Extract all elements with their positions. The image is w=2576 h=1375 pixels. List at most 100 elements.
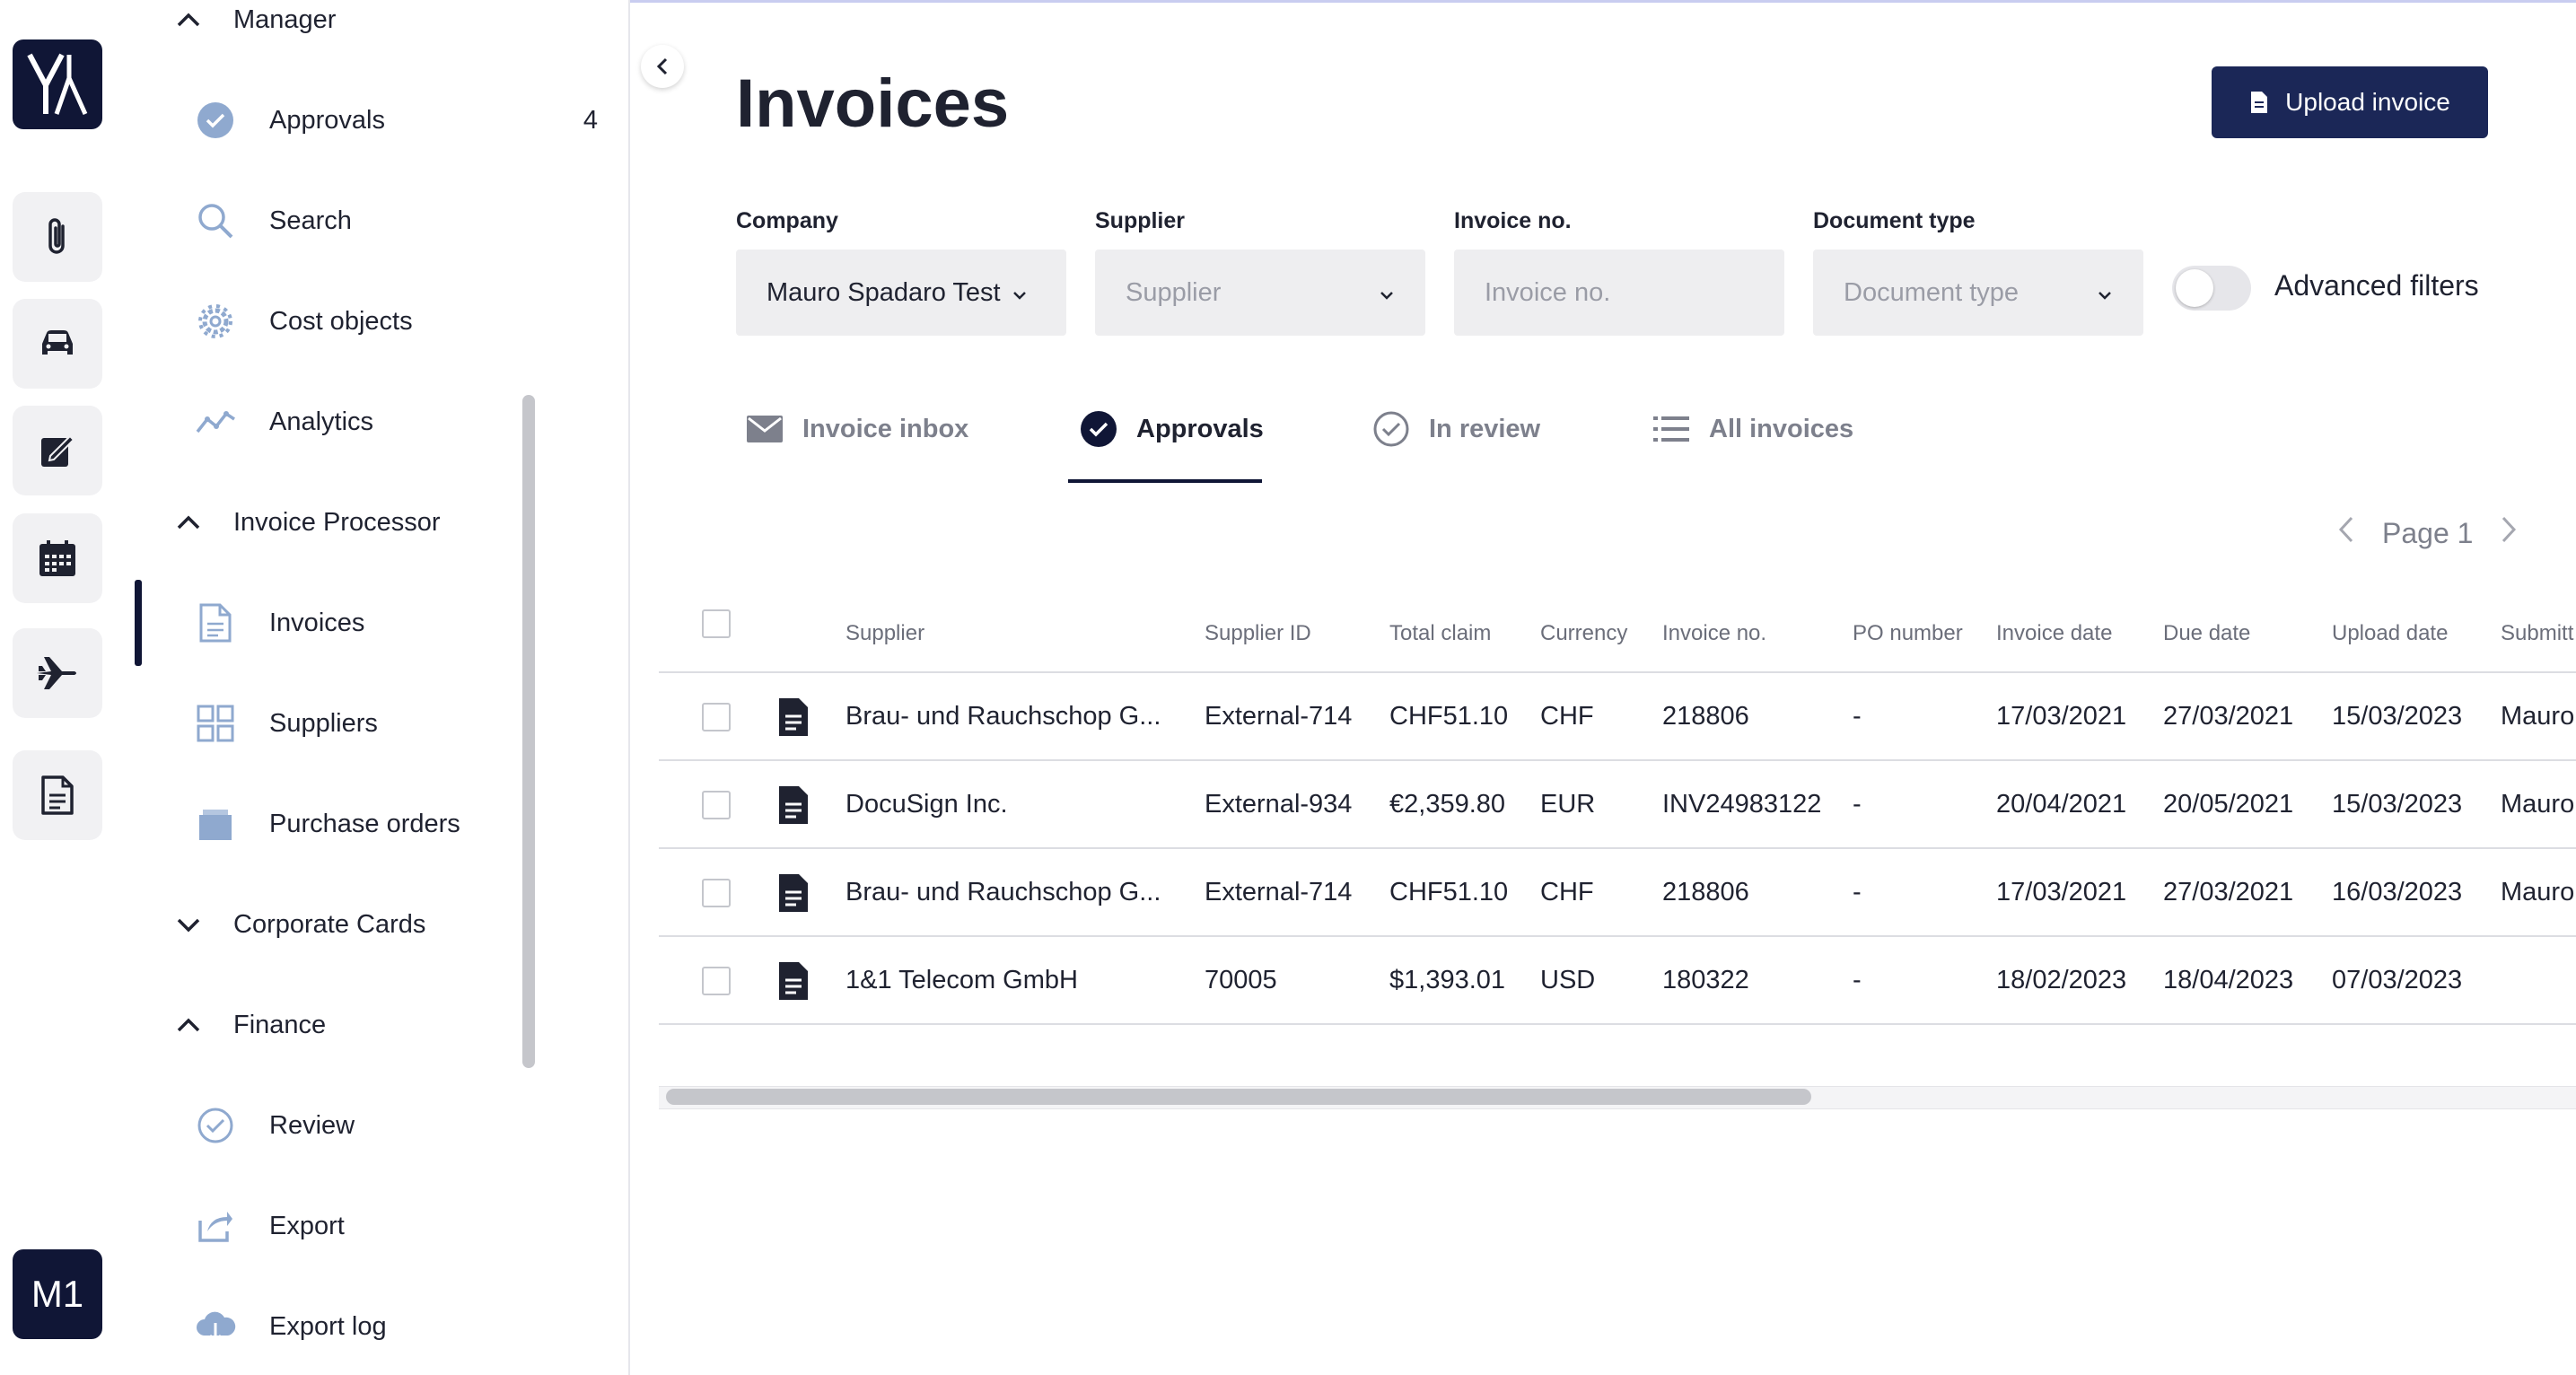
- cell-submitter: Mauro: [2501, 790, 2575, 819]
- table-horizontal-scrollbar[interactable]: [666, 1089, 1811, 1105]
- section-manager[interactable]: Manager: [171, 0, 336, 45]
- section-finance[interactable]: Finance: [171, 1000, 326, 1050]
- approvals-count-badge: 4: [583, 105, 598, 135]
- tab-in-review[interactable]: In review: [1371, 409, 1540, 449]
- sidebar-item-label: Invoices: [269, 608, 365, 637]
- column-header-submitter[interactable]: Submitt: [2501, 621, 2573, 646]
- user-avatar[interactable]: M1: [13, 1249, 102, 1339]
- rail-attachments-button[interactable]: [13, 192, 102, 282]
- sidebar-item-purchase-orders[interactable]: Purchase orders: [194, 788, 616, 860]
- sidebar-item-invoices[interactable]: Invoices: [194, 587, 616, 659]
- analytics-icon: [194, 400, 237, 443]
- mail-icon: [745, 409, 784, 449]
- cell-po-number: -: [1853, 966, 1862, 994]
- active-item-indicator: [135, 580, 142, 666]
- column-header-supplier-id[interactable]: Supplier ID: [1205, 621, 1311, 646]
- column-header-due-date[interactable]: Due date: [2163, 621, 2250, 646]
- rail-mileage-button[interactable]: [13, 299, 102, 389]
- upload-invoice-button[interactable]: Upload invoice: [2212, 66, 2488, 138]
- sidebar-item-label: Analytics: [269, 407, 374, 436]
- previous-page-button[interactable]: [2337, 515, 2355, 551]
- column-header-total-claim[interactable]: Total claim: [1389, 621, 1491, 646]
- row-checkbox[interactable]: [702, 967, 731, 995]
- column-header-po-number[interactable]: PO number: [1853, 621, 1963, 646]
- rail-calendar-button[interactable]: [13, 513, 102, 603]
- select-all-checkbox[interactable]: [702, 609, 731, 638]
- section-label: Finance: [233, 1010, 327, 1039]
- column-header-upload-date[interactable]: Upload date: [2332, 621, 2448, 646]
- export-icon: [194, 1204, 237, 1248]
- document-type-filter-label: Document type: [1813, 208, 1976, 233]
- app-logo[interactable]: [13, 39, 102, 129]
- advanced-filters-toggle[interactable]: [2172, 266, 2251, 311]
- document-icon: [41, 775, 74, 815]
- pen-square-icon: [41, 434, 75, 467]
- company-select-value: Mauro Spadaro Test: [767, 277, 1001, 307]
- section-label: Corporate Cards: [233, 909, 426, 939]
- calendar-icon: [39, 540, 75, 576]
- cell-supplier: 1&1 Telecom GmbH: [846, 966, 1078, 994]
- sidebar-item-review[interactable]: Review: [194, 1090, 616, 1161]
- section-invoice-processor[interactable]: Invoice Processor: [171, 497, 441, 547]
- row-checkbox[interactable]: [702, 703, 731, 731]
- table-row[interactable]: Brau- und Rauchschop G... External-714 C…: [659, 673, 2576, 761]
- sidebar-item-search[interactable]: Search: [194, 185, 616, 257]
- sidebar-item-approvals[interactable]: Approvals 4: [194, 84, 616, 156]
- company-select[interactable]: Mauro Spadaro Test: [736, 250, 1066, 336]
- sidebar: Manager Approvals 4 Search Cost objects …: [113, 0, 630, 1375]
- section-label: Manager: [233, 4, 337, 34]
- column-header-invoice-no[interactable]: Invoice no.: [1662, 621, 1766, 646]
- cell-po-number: -: [1853, 702, 1862, 731]
- cell-upload-date: 15/03/2023: [2332, 790, 2463, 819]
- section-corporate-cards[interactable]: Corporate Cards: [171, 899, 425, 950]
- next-page-button[interactable]: [2500, 515, 2518, 551]
- tab-all-invoices[interactable]: All invoices: [1652, 409, 1853, 449]
- sidebar-item-cost-objects[interactable]: Cost objects: [194, 285, 616, 357]
- table-row[interactable]: 1&1 Telecom GmbH 70005 $1,393.01 USD 180…: [659, 937, 2576, 1025]
- sidebar-scrollbar[interactable]: [522, 395, 535, 1068]
- tab-invoice-inbox[interactable]: Invoice inbox: [745, 409, 968, 449]
- sidebar-item-label: Purchase orders: [269, 809, 460, 838]
- cell-upload-date: 16/03/2023: [2332, 878, 2463, 906]
- cloud-download-icon: [194, 1305, 237, 1348]
- table-header: Supplier Supplier ID Total claim Currenc…: [659, 596, 2576, 673]
- sidebar-item-suppliers[interactable]: Suppliers: [194, 688, 616, 759]
- toggle-knob: [2176, 269, 2213, 307]
- rail-sign-button[interactable]: [13, 406, 102, 495]
- invoice-no-input[interactable]: Invoice no.: [1454, 250, 1784, 336]
- cell-submitter: Mauro: [2501, 702, 2575, 731]
- tab-label: Invoice inbox: [802, 414, 969, 443]
- rail-documents-button[interactable]: [13, 750, 102, 840]
- supplier-select[interactable]: Supplier: [1095, 250, 1425, 336]
- pagination: Page 1: [2337, 515, 2518, 551]
- table-row[interactable]: Brau- und Rauchschop G... External-714 C…: [659, 849, 2576, 937]
- tab-approvals[interactable]: Approvals: [1079, 409, 1264, 449]
- row-checkbox[interactable]: [702, 791, 731, 819]
- invoice-no-filter-label: Invoice no.: [1454, 208, 1572, 233]
- rail-travel-button[interactable]: [13, 628, 102, 718]
- sidebar-item-analytics[interactable]: Analytics: [194, 386, 616, 458]
- cell-invoice-no: 218806: [1662, 702, 1749, 731]
- cell-invoice-date: 17/03/2021: [1996, 702, 2127, 731]
- column-header-supplier[interactable]: Supplier: [846, 621, 924, 646]
- row-checkbox[interactable]: [702, 879, 731, 907]
- column-header-invoice-date[interactable]: Invoice date: [1996, 621, 2112, 646]
- check-circle-filled-icon: [1079, 409, 1118, 449]
- table-row[interactable]: DocuSign Inc. External-934 €2,359.80 EUR…: [659, 761, 2576, 849]
- column-header-currency[interactable]: Currency: [1540, 621, 1627, 646]
- cell-currency: EUR: [1540, 790, 1596, 819]
- app-rail: M1: [0, 0, 113, 1375]
- check-circle-outline-icon: [194, 1104, 237, 1147]
- document-icon: [779, 962, 808, 1000]
- chevron-up-icon: [171, 504, 206, 540]
- tab-label: In review: [1429, 414, 1541, 443]
- document-type-select[interactable]: Document type: [1813, 250, 2143, 336]
- cell-total-claim: CHF51.10: [1389, 702, 1509, 731]
- sidebar-item-export[interactable]: Export: [194, 1190, 616, 1262]
- cell-invoice-no: 218806: [1662, 878, 1749, 906]
- sidebar-item-export-log[interactable]: Export log: [194, 1291, 616, 1362]
- document-icon: [779, 698, 808, 736]
- tab-label: Approvals: [1136, 414, 1264, 443]
- cell-supplier: Brau- und Rauchschop G...: [846, 702, 1161, 731]
- cell-due-date: 18/04/2023: [2163, 966, 2294, 994]
